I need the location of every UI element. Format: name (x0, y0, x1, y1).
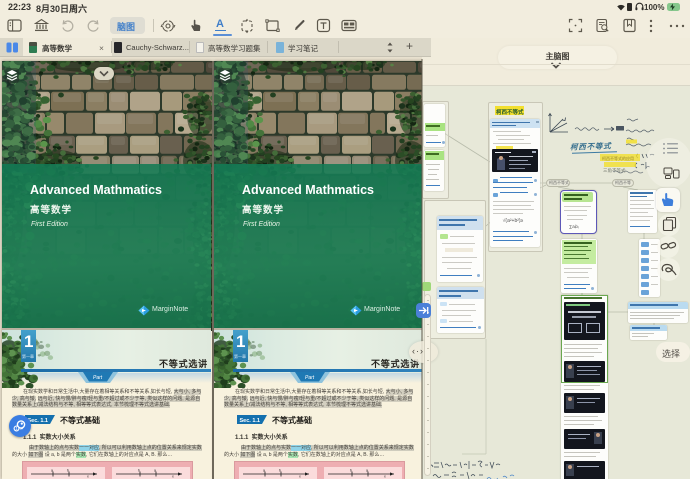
svg-text:a: a (366, 469, 368, 473)
svg-text:Part: Part (93, 375, 103, 381)
svg-text:Part: Part (305, 375, 315, 381)
svg-text:a: a (154, 469, 156, 473)
svg-text:x: x (299, 475, 301, 479)
svg-text:a: a (263, 469, 265, 473)
svg-text:b: b (138, 469, 140, 473)
svg-text:x: x (172, 475, 174, 479)
svg-text:b: b (350, 469, 352, 473)
svg-text:x: x (384, 475, 386, 479)
svg-text:b: b (279, 469, 281, 473)
svg-text:x: x (87, 475, 89, 479)
svg-text:a: a (51, 469, 53, 473)
svg-text:Sec. 1.1: Sec. 1.1 (240, 418, 261, 424)
svg-text:b: b (67, 469, 69, 473)
